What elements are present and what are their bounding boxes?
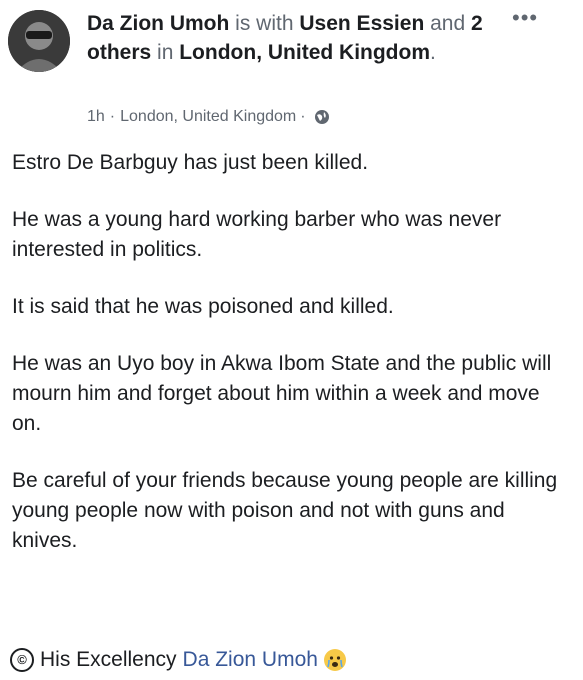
meta-location[interactable]: London, United Kingdom xyxy=(120,107,296,127)
avatar[interactable] xyxy=(8,10,70,72)
post-paragraph: He was a young hard working barber who w… xyxy=(12,208,502,261)
post-meta: 1h · London, United Kingdom · xyxy=(87,107,330,127)
in-text: in xyxy=(157,41,174,64)
tagged-user[interactable]: Usen Essien xyxy=(299,12,424,35)
crying-face-emoji-icon xyxy=(323,649,346,671)
and-text: and xyxy=(430,12,466,35)
post-paragraph: He was an Uyo boy in Akwa Ibom State and… xyxy=(12,352,552,435)
with-text: is with xyxy=(235,12,294,35)
credit-name-link[interactable]: Da Zion Umoh xyxy=(183,645,318,675)
facebook-post: Da Zion Umoh is with Usen Essien and 2 o… xyxy=(0,0,583,672)
post-time[interactable]: 1h xyxy=(87,107,105,127)
author-name[interactable]: Da Zion Umoh xyxy=(87,12,229,35)
meta-separator-2: · xyxy=(300,108,306,125)
post-paragraph: Estro De Barbguy has just been killed. xyxy=(12,151,369,174)
meta-separator: · xyxy=(109,108,116,125)
post-title-line: Da Zion Umoh is with Usen Essien and 2 o… xyxy=(87,9,507,67)
credit-prefix: His Excellency xyxy=(40,648,177,671)
more-options-icon[interactable]: ••• xyxy=(512,7,538,29)
copyright-icon: © xyxy=(10,648,34,672)
post-paragraph: Be careful of your friends because young… xyxy=(12,469,558,552)
location-link[interactable]: London, United Kingdom xyxy=(179,41,430,64)
post-header: Da Zion Umoh is with Usen Essien and 2 o… xyxy=(0,0,583,140)
period: . xyxy=(430,41,436,64)
globe-icon xyxy=(314,109,330,125)
post-credit: © His Excellency Da Zion Umoh xyxy=(10,645,346,675)
post-paragraph: It is said that he was poisoned and kill… xyxy=(12,295,394,318)
post-body: Estro De Barbguy has just been killed. H… xyxy=(12,148,572,583)
